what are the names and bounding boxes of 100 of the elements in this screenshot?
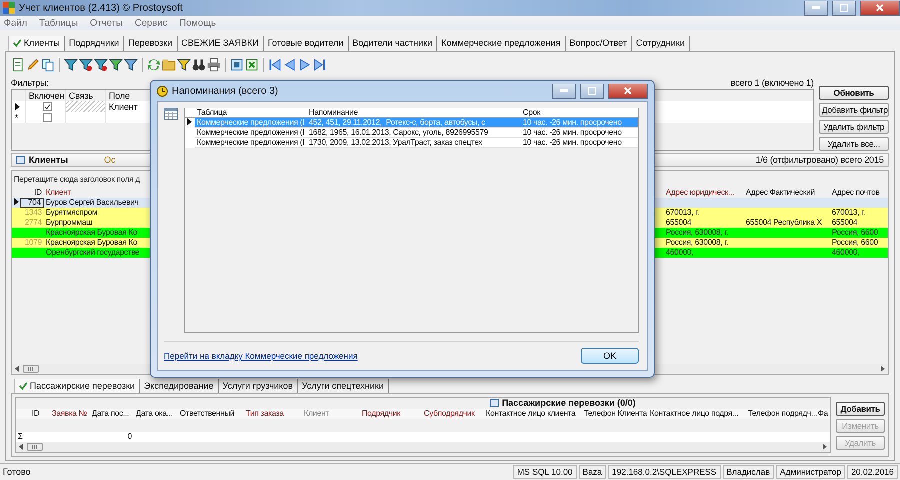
pencil-icon[interactable] [26, 58, 40, 72]
funnel-icon[interactable] [124, 58, 138, 72]
column-header[interactable]: Адрес юридическ... [664, 188, 744, 198]
maximize-button[interactable] [832, 0, 856, 16]
funnel-icon[interactable] [177, 58, 191, 72]
first-icon[interactable] [268, 58, 282, 72]
menu-item[interactable]: Сервис [135, 18, 168, 28]
filter-button[interactable]: Удалить фильтр [819, 120, 889, 134]
table-icon [490, 399, 500, 408]
menu-item[interactable]: Помощь [180, 18, 216, 28]
next-icon[interactable] [298, 58, 312, 72]
minimize-icon [812, 6, 820, 9]
status-pane: MS SQL 10.00 [513, 465, 577, 479]
funnel-icon[interactable] [64, 58, 78, 72]
close-button[interactable] [860, 0, 900, 16]
column-header[interactable]: Телефон подрядч... [746, 408, 816, 419]
column-header[interactable]: Связь [69, 90, 94, 100]
funnel-remove-icon[interactable] [94, 58, 108, 72]
column-header[interactable]: Напоминание [307, 108, 521, 118]
column-header[interactable]: Контактное лицо подря... [648, 408, 746, 419]
close-icon [624, 86, 632, 94]
scroll-thumb[interactable] [27, 443, 43, 452]
column-header[interactable]: Клиент [44, 188, 148, 198]
section-title: Клиенты [29, 155, 68, 165]
tab[interactable]: Пассажирские перевозки [14, 378, 140, 394]
column-header[interactable]: Ответственный [178, 408, 244, 419]
column-header[interactable]: Субподрядчик [422, 408, 484, 419]
table-cell: 1682, 1965, 16.01.2013, Сарокс, уголь, 8926995579 [309, 128, 488, 136]
table-icon [16, 156, 25, 164]
printer-icon[interactable] [207, 58, 221, 72]
folder-icon[interactable] [162, 58, 176, 72]
tab[interactable]: Клиенты [8, 36, 66, 50]
column-header[interactable]: ID [20, 188, 44, 198]
table-cell: Коммерческие предложения (I [197, 128, 305, 136]
grid-title: Пассажирские перевозки (0/0) [502, 398, 636, 408]
column-header[interactable]: Поле [109, 90, 130, 100]
table-cell: Коммерческие предложения (I [197, 138, 305, 146]
column-header[interactable]: Подрядчик [360, 408, 422, 419]
column-header[interactable]: Дата пос... [90, 408, 134, 419]
status-pane: 20.02.2016 [847, 465, 898, 479]
maximize-icon [840, 4, 848, 12]
column-header[interactable]: Клиент [302, 408, 360, 419]
check-icon [19, 382, 28, 390]
column-header[interactable]: Контактное лицо клиента [484, 408, 582, 419]
binoculars-icon[interactable] [192, 58, 206, 72]
menu-item[interactable]: Таблицы [39, 18, 78, 28]
scroll-left-icon[interactable] [19, 444, 23, 450]
column-header[interactable]: ID [30, 408, 50, 419]
column-header[interactable]: Тип заказа [244, 408, 302, 419]
record-count: 1/6 (отфильтровано) всего 2015 [756, 155, 884, 165]
ok-button[interactable]: OK [581, 348, 639, 364]
close-button[interactable] [608, 84, 648, 98]
table-cell: Россия, 6600 [832, 228, 878, 237]
table-row[interactable]: Коммерческие предложения (I 1730, 2009, 13.02.2013, УралТраст, заказ спецтех 10 час. -26 мин. просрочено [185, 138, 638, 148]
checkbox[interactable] [42, 113, 52, 122]
column-header[interactable]: Адрес почтов [830, 188, 888, 198]
filter-button[interactable]: Удалить все... [819, 137, 889, 151]
document-icon[interactable] [11, 58, 25, 72]
menu-item[interactable]: Отчеты [90, 18, 123, 28]
window-title: Учет клиентов (2.413) © Prostoysoft [19, 2, 184, 14]
navigate-link[interactable]: Перейти на вкладку Коммерческие предложения [164, 351, 358, 361]
status-pane: 192.168.0.2\SQLEXPRESS [608, 465, 721, 479]
column-header[interactable]: Адрес Фактический [744, 188, 830, 198]
refresh-icon[interactable] [147, 58, 161, 72]
table-cell: 655004 [832, 218, 858, 227]
table-cell: Коммерческие предложения (I [197, 118, 305, 126]
export-icon[interactable] [230, 58, 244, 72]
table-row[interactable]: Коммерческие предложения (I 1682, 1965, 16.01.2013, Сарокс, уголь, 8926995579 10 час. -26 мин. просрочено [185, 128, 638, 138]
last-icon[interactable] [313, 58, 327, 72]
column-header[interactable]: Включен [29, 90, 64, 100]
filter-button[interactable]: Добавить фильтр [819, 103, 889, 117]
filter-button[interactable]: Обновить [819, 86, 889, 100]
column-header[interactable]: Дата ока... [134, 408, 178, 419]
column-header[interactable]: Телефон Клиента [582, 408, 648, 419]
column-header[interactable]: Заявка № [50, 408, 90, 419]
scroll-left-icon[interactable] [15, 366, 19, 372]
funnel-icon[interactable] [109, 58, 123, 72]
scroll-right-icon[interactable] [881, 366, 885, 372]
column-header[interactable]: Срок [521, 108, 638, 118]
scroll-thumb[interactable] [23, 365, 39, 373]
minimize-button[interactable] [804, 0, 828, 16]
status-pane: Владислав [722, 465, 774, 479]
funnel-remove-icon[interactable] [79, 58, 93, 72]
column-header[interactable]: Фа [816, 408, 830, 419]
status-text: Готово [3, 467, 32, 477]
scroll-right-icon[interactable] [823, 444, 827, 450]
maximize-button[interactable] [580, 84, 604, 98]
table-cell: 10 час. -26 мин. просрочено [523, 128, 622, 136]
copy-icon[interactable] [41, 58, 55, 72]
checkbox[interactable] [42, 102, 52, 111]
table-cell: Красноярская Буровая Ко [46, 238, 138, 247]
action-button[interactable]: Добавить [836, 402, 885, 416]
menu-item[interactable]: Файл [4, 18, 28, 28]
status-pane: Администратор [776, 465, 846, 479]
minimize-button[interactable] [552, 84, 576, 98]
spreadsheet-icon[interactable] [245, 58, 259, 72]
column-header[interactable]: Таблица [195, 108, 307, 118]
group-hint: Перетащите сюда заголовок поля д [14, 175, 140, 184]
table-cell: Россия, 630008, г. [666, 228, 728, 237]
previous-icon[interactable] [283, 58, 297, 72]
